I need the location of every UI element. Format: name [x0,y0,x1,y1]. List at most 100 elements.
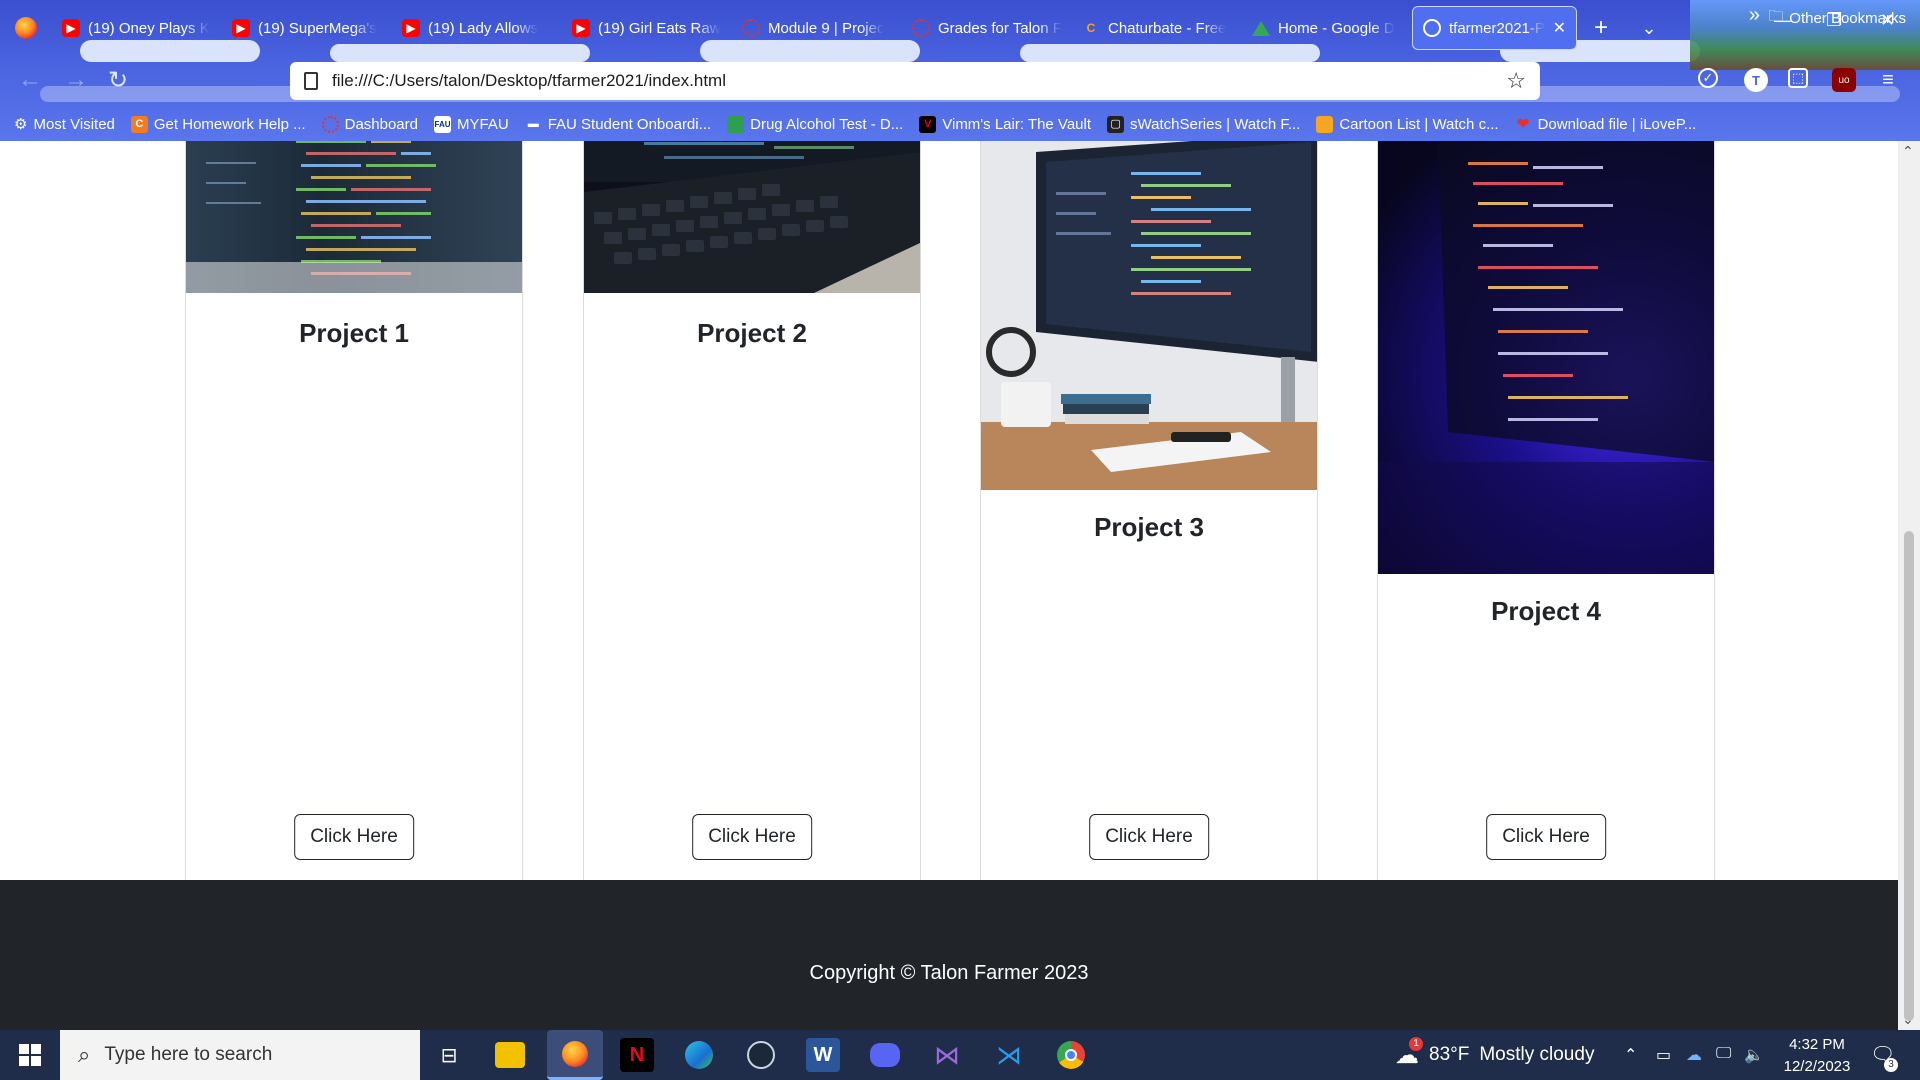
project-card: Project 2 Click Here [583,141,921,901]
weather-widget[interactable]: ☁ 1 83°F Mostly cloudy [1395,1030,1594,1080]
ublock-icon[interactable]: uo [1832,68,1856,92]
bookmark-label: FAU Student Onboardi... [547,115,712,133]
windows-logo-icon [19,1044,41,1066]
page-icon [304,72,318,90]
bookmark-item[interactable]: ❤ Download file | iLoveP... [1515,116,1696,133]
fau-icon: ▬ [527,117,539,130]
tab-title: (19) Oney Plays K [88,19,210,37]
browser-tab[interactable]: ▶ (19) Girl Eats Raw [562,6,732,50]
desk-monitor-graphic [981,141,1317,490]
page-scrollbar[interactable]: ⌃ ⌄ [1898,141,1920,1030]
bookmark-item[interactable]: ▢ sWatchSeries | Watch F... [1107,115,1301,133]
tab-title: (19) SuperMega's [258,19,377,37]
bookmark-item[interactable]: Dashboard [321,115,418,133]
meet-now-icon[interactable]: ▭ [1656,1045,1671,1065]
url-text[interactable]: file:///C:/Users/talon/Desktop/tfarmer20… [332,71,726,91]
bookmark-item[interactable]: V Vimm's Lair: The Vault [919,115,1091,133]
browser-tab[interactable]: Home - Google D [1242,6,1412,50]
cloud-weather-icon: ☁ 1 [1395,1036,1423,1070]
netflix-icon[interactable]: N [620,1038,654,1072]
other-bookmarks[interactable]: 🗀 Other Bookmarks [1768,6,1906,31]
browser-tab[interactable]: Grades for Talon F [902,6,1072,50]
file-explorer-icon[interactable] [495,1042,525,1068]
youtube-icon: ▶ [572,19,590,37]
chrome-icon[interactable] [1054,1038,1088,1072]
discord-icon[interactable] [868,1038,902,1072]
browser-tab[interactable]: C Chaturbate - Free [1072,6,1242,50]
weather-condition: Mostly cloudy [1479,1044,1595,1065]
system-clock[interactable]: 4:32 PM 12/2/2023 [1772,1034,1862,1078]
profile-avatar[interactable]: T [1744,68,1768,92]
clock-time: 4:32 PM [1789,1036,1845,1053]
url-bar[interactable]: file:///C:/Users/talon/Desktop/tfarmer20… [290,62,1540,100]
start-button[interactable] [0,1030,60,1080]
click-here-button[interactable]: Click Here [1089,814,1209,860]
chegg-icon: C [130,115,148,133]
search-icon: ⌕ [78,1042,91,1067]
click-here-button[interactable]: Click Here [692,814,812,860]
taskbar-search[interactable]: ⌕ Type here to search [60,1030,420,1080]
scroll-down-icon[interactable]: ⌄ [1902,1011,1914,1028]
firefox-taskbar-icon[interactable] [547,1030,603,1080]
myfau-icon: FAU [434,115,451,133]
cartoon-icon [1316,115,1334,133]
youtube-icon: ▶ [232,19,250,37]
google-drive-icon [1252,19,1270,37]
copyright-text: Copyright © Talon Farmer 2023 [809,962,1089,984]
pocket-icon[interactable]: ✓ [1698,68,1718,88]
list-all-tabs-icon[interactable]: ⌄ [1625,18,1673,39]
word-icon[interactable]: W [806,1038,840,1072]
youtube-icon: ▶ [402,19,420,37]
click-here-button[interactable]: Click Here [294,814,414,860]
bookmark-label: Get Homework Help ... [153,115,306,133]
edge-icon[interactable] [682,1038,716,1072]
forward-icon[interactable]: → [64,66,88,94]
scrollbar-thumb[interactable] [1904,531,1914,1021]
bookmark-label: Most Visited [33,115,115,133]
bookmark-item[interactable]: ▬ FAU Student Onboardi... [525,116,711,133]
scroll-up-icon[interactable]: ⌃ [1902,143,1914,160]
close-tab-icon[interactable]: ✕ [1553,18,1566,38]
globe-icon [1423,19,1441,37]
network-icon[interactable]: 🖵 [1716,1045,1731,1063]
task-view-icon[interactable]: ⊟ [432,1038,466,1072]
menu-icon[interactable]: ≡ [1876,68,1900,92]
bookmark-label: Cartoon List | Watch c... [1339,115,1499,133]
bookmark-item[interactable]: C Get Homework Help ... [130,115,306,133]
browser-tab[interactable]: ▶ (19) SuperMega's [222,6,392,50]
canvas-icon [321,115,339,133]
visual-studio-icon[interactable]: ⋈ [930,1038,964,1072]
folder-icon: 🗀 [1768,8,1784,25]
bookmark-item[interactable]: ⚙ Most Visited [14,115,115,134]
bookmarks-toolbar: ⚙ Most Visited C Get Homework Help ... Das… [0,108,1920,140]
project-image [186,141,522,293]
extensions-icon[interactable]: ⬚ [1788,68,1808,88]
firefox-menu-icon[interactable] [0,0,52,56]
browser-tab[interactable]: ▶ (19) Lady Allows [392,6,562,50]
bookmark-item[interactable]: Cartoon List | Watch c... [1316,115,1499,133]
tab-title: Home - Google D [1278,19,1395,37]
steam-icon[interactable] [744,1038,778,1072]
click-here-button[interactable]: Click Here [1486,814,1606,860]
chevron-double-right-icon[interactable]: » [1749,4,1760,27]
bookmark-label: sWatchSeries | Watch F... [1130,115,1301,133]
onedrive-icon[interactable]: ☁ [1686,1045,1702,1065]
other-bookmarks-label: Other Bookmarks [1789,10,1906,27]
vscode-icon[interactable]: ⋊ [992,1038,1026,1072]
bookmark-item[interactable]: Drug Alcohol Test - D... [727,115,903,133]
project-image [584,141,920,293]
back-icon[interactable]: ← [18,66,42,94]
browser-tab-active[interactable]: tfarmer2021-P ✕ [1412,6,1577,50]
browser-tab[interactable]: ▶ (19) Oney Plays K [52,6,222,50]
bookmark-star-icon[interactable]: ☆ [1506,68,1526,94]
bookmark-item[interactable]: FAU MYFAU [434,115,509,133]
new-tab-button[interactable]: + [1577,14,1625,42]
tab-title: (19) Girl Eats Raw [598,19,721,37]
weather-alert-badge: 1 [1409,1036,1423,1051]
chevron-up-icon[interactable]: ⌃ [1624,1045,1637,1065]
notification-count-badge: 3 [1884,1058,1898,1072]
reload-icon[interactable]: ↻ [108,66,128,95]
browser-tab[interactable]: Module 9 | Projec [732,6,902,50]
volume-icon[interactable]: 🔈 [1744,1045,1764,1065]
project-image [981,141,1317,490]
